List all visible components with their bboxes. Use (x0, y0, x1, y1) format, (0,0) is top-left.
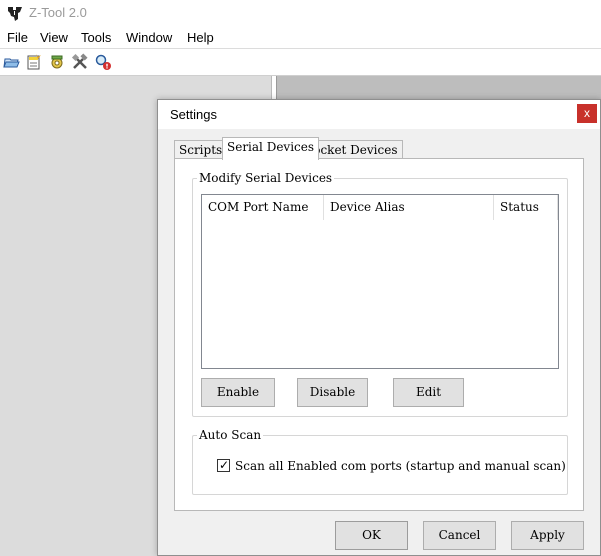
scan-enabled-checkbox[interactable]: ✓ (217, 458, 230, 472)
ti-logo-icon (8, 7, 22, 21)
close-button[interactable]: x (577, 104, 597, 123)
open-folder-icon[interactable] (3, 53, 21, 71)
ok-button[interactable]: OK (335, 521, 408, 550)
column-header-com-port[interactable]: COM Port Name (202, 195, 324, 220)
close-icon: x (584, 106, 590, 120)
check-icon: ✓ (219, 458, 230, 472)
app-titlebar: Z-Tool 2.0 (0, 0, 601, 27)
menu-view[interactable]: View (40, 30, 68, 45)
column-header-com-port-label: COM Port Name (208, 200, 309, 214)
menu-bar: File View Tools Window Help (0, 27, 601, 48)
group-label-auto-scan: Auto Scan (197, 428, 264, 442)
menu-help[interactable]: Help (187, 30, 214, 45)
menu-window[interactable]: Window (126, 30, 172, 45)
tab-scripts-label: Scripts (179, 143, 223, 157)
tab-serial-devices[interactable]: Serial Devices (222, 137, 320, 160)
column-header-device-alias[interactable]: Device Alias (324, 195, 494, 220)
column-header-device-alias-label: Device Alias (330, 200, 405, 214)
group-label-modify: Modify Serial Devices (197, 171, 335, 185)
menu-file[interactable]: File (7, 30, 28, 45)
column-header-status-label: Status (500, 200, 539, 214)
app-title: Z-Tool 2.0 (29, 5, 87, 20)
menu-tools[interactable]: Tools (81, 30, 111, 45)
tab-serial-devices-label: Serial Devices (227, 140, 315, 154)
tools-icon[interactable] (71, 53, 89, 71)
scan-enabled-label: Scan all Enabled com ports (startup and … (235, 459, 566, 473)
gear-script-icon[interactable] (48, 53, 66, 71)
tab-scripts[interactable]: Scripts (174, 140, 228, 160)
serial-devices-list[interactable]: COM Port Name Device Alias Status (201, 194, 559, 369)
auto-scan-group: Auto Scan ✓ Scan all Enabled com ports (… (192, 428, 568, 495)
search-alert-icon[interactable] (94, 53, 112, 71)
enable-button[interactable]: Enable (201, 378, 275, 407)
disable-button[interactable]: Disable (297, 378, 368, 407)
column-header-status[interactable]: Status (494, 195, 558, 220)
new-document-icon[interactable] (25, 53, 43, 71)
modify-serial-devices-group: Modify Serial Devices COM Port Name Devi… (192, 171, 568, 417)
dialog-title: Settings (170, 107, 217, 122)
settings-dialog: Settings x Scripts Serial Devices Socket… (157, 99, 601, 556)
apply-button[interactable]: Apply (511, 521, 584, 550)
cancel-button[interactable]: Cancel (423, 521, 496, 550)
serial-devices-panel: Modify Serial Devices COM Port Name Devi… (174, 158, 584, 511)
toolbar (0, 48, 601, 76)
dialog-titlebar: Settings x (158, 100, 600, 129)
edit-button[interactable]: Edit (393, 378, 464, 407)
